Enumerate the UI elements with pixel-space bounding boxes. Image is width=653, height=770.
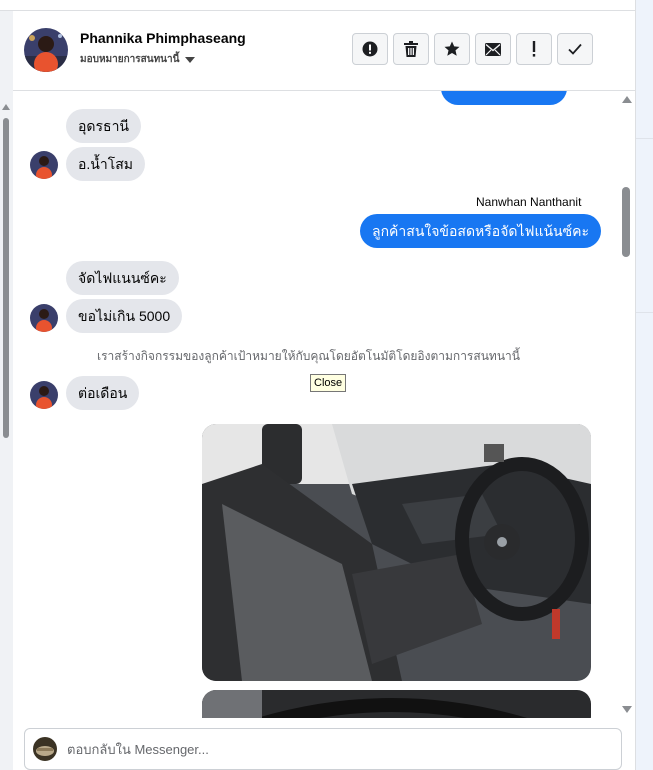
delete-button[interactable] [393,33,429,65]
message-incoming: อ.น้ำโสม [66,147,146,181]
reply-composer [24,728,622,770]
contact-avatar-small[interactable] [30,381,58,409]
exclamation-circle-icon [362,41,378,57]
contact-avatar-small[interactable] [30,304,58,332]
message-incoming: อุดรธานี [66,109,141,143]
message-incoming: จัดไฟแนนซ์คะ [66,261,179,295]
thread-scroll-up-arrow[interactable] [622,96,632,103]
contact-avatar-small[interactable] [30,151,58,179]
message-outgoing: ลูกค้าสนใจข้อสดหรือจัดไฟแน้นซ์คะ [360,214,602,248]
message-thread[interactable]: อุดรธานี อ.น้ำโสม Nanwhan Nanthanit ลูกค… [13,91,635,718]
thread-scrollbar-thumb[interactable] [622,187,630,257]
assign-conversation-label: มอบหมายการสนทนานี้ [80,54,180,65]
car-interior-photo[interactable] [202,424,591,681]
star-icon [444,41,460,56]
message-outgoing-partial [441,91,567,105]
envelope-icon [485,42,501,56]
right-edge-divider [636,312,653,313]
header-actions [352,33,593,65]
contact-name[interactable]: Phannika Phimphaseang [80,30,246,46]
close-tooltip: Close [310,374,347,392]
message-incoming: ต่อเดือน [66,376,140,410]
conversation-header: Phannika Phimphaseang มอบหมายการสนทนานี้ [13,11,635,91]
thread-scrollbar[interactable] [621,91,635,718]
conversation-panel: Phannika Phimphaseang มอบหมายการสนทนานี้ [13,11,635,770]
checkmark-icon [568,43,582,55]
trash-icon [404,41,418,57]
mark-unread-button[interactable] [475,33,511,65]
report-spam-button[interactable] [352,33,388,65]
exclamation-icon [532,41,536,57]
assign-conversation-dropdown[interactable]: มอบหมายการสนทนานี้ [80,52,196,67]
right-edge-panel [635,0,653,770]
system-notice: เราสร้างกิจกรรมของลูกค้าเป้าหมายให้กับคุ… [97,349,520,363]
follow-up-button[interactable] [516,33,552,65]
thread-scroll-down-arrow[interactable] [622,706,632,713]
reply-input[interactable] [67,739,587,759]
mark-done-button[interactable] [557,33,593,65]
outer-scroll-up-arrow[interactable] [2,104,10,110]
car-interior-photo-2[interactable] [202,690,591,718]
page-sender-name: Nanwhan Nanthanit [476,195,582,209]
contact-avatar[interactable] [24,28,68,72]
star-button[interactable] [434,33,470,65]
message-incoming: ขอไม่เกิน 5000 [66,299,183,333]
page-avatar [33,737,57,761]
caret-down-icon [185,56,196,63]
outer-scrollbar-thumb[interactable] [3,118,9,438]
right-edge-divider [636,138,653,139]
top-strip [0,0,635,11]
